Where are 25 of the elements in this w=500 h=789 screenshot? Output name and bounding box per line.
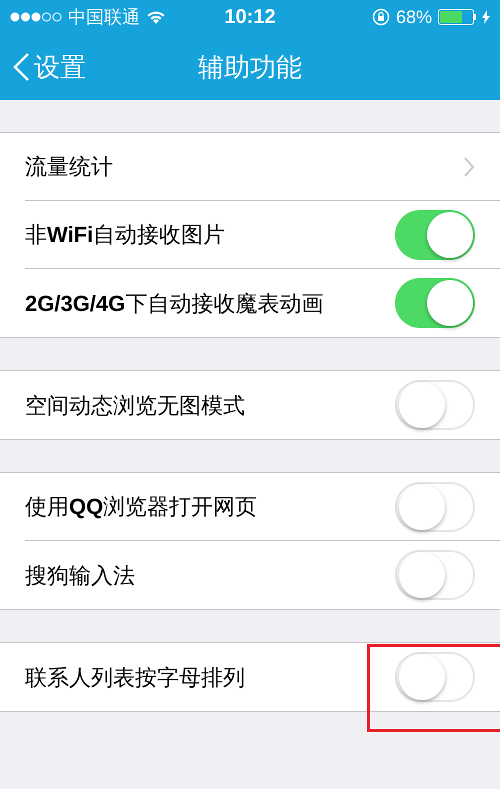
row-label: 使用QQ浏览器打开网页 (25, 493, 258, 521)
row-label: 流量统计 (25, 153, 113, 181)
row-label: 联系人列表按字母排列 (25, 664, 245, 692)
row-label: 空间动态浏览无图模式 (25, 392, 245, 420)
charging-icon (482, 10, 490, 24)
toggle-switch[interactable] (395, 380, 475, 430)
rotation-lock-icon (372, 8, 390, 26)
back-button[interactable]: 设置 (12, 48, 86, 86)
row-label: 2G/3G/4G下自动接收魔表动画 (25, 290, 324, 318)
clock-time: 10:12 (224, 5, 276, 30)
toggle-switch[interactable] (395, 278, 475, 328)
battery-percent: 68% (396, 6, 432, 28)
page-title: 辅助功能 (198, 50, 302, 84)
chevron-icon (463, 156, 475, 178)
signal-icon (10, 12, 62, 22)
battery-icon (438, 9, 476, 25)
row-label: 非WiFi自动接收图片 (25, 221, 226, 249)
toggle-switch[interactable] (395, 210, 475, 260)
back-chevron-icon (12, 52, 30, 82)
carrier-name: 中国联通 (68, 6, 140, 28)
toggle-switch[interactable] (395, 652, 475, 702)
toggle-switch[interactable] (395, 550, 475, 600)
wifi-icon (146, 10, 166, 24)
toggle-switch[interactable] (395, 482, 475, 532)
row-label: 搜狗输入法 (25, 562, 135, 590)
